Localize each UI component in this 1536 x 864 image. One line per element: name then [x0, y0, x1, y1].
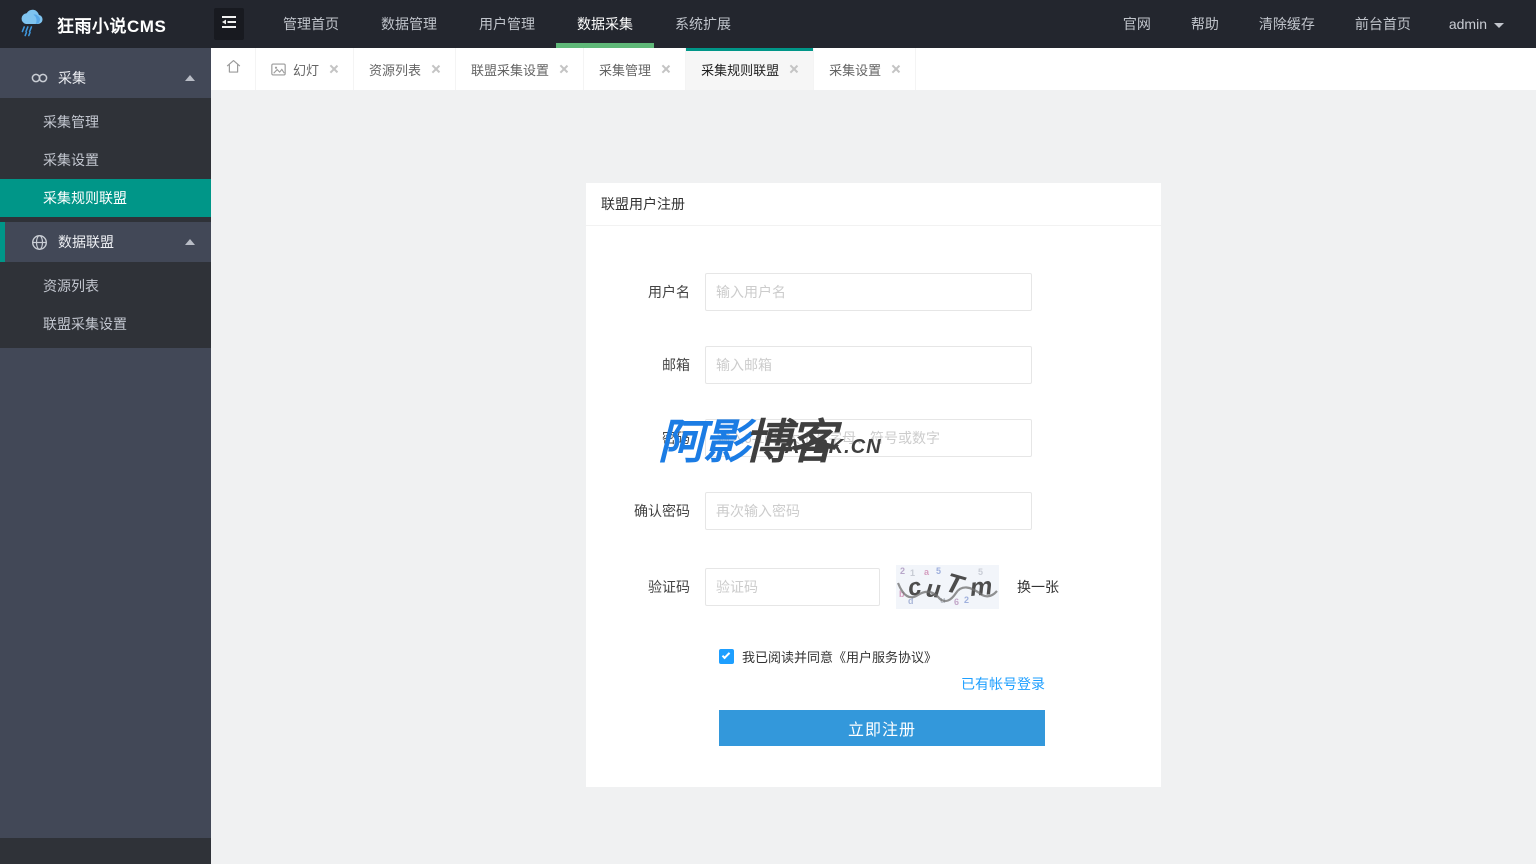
tab-label: 采集管理 — [599, 62, 652, 78]
sidebar-submenu-data-alliance: 资源列表 联盟采集设置 — [0, 262, 211, 348]
tab-alliance-collect-settings[interactable]: 联盟采集设置 — [456, 48, 585, 90]
tab-collect-rule-alliance[interactable]: 采集规则联盟 — [686, 48, 815, 90]
chevron-up-icon — [185, 75, 195, 81]
sidebar-item-collect-rule-alliance[interactable]: 采集规则联盟 — [0, 179, 211, 217]
username-label: 用户名 — [648, 284, 690, 300]
sidebar-group-data-alliance[interactable]: 数据联盟 — [0, 222, 211, 262]
sidebar-item-collect-manage[interactable]: 采集管理 — [0, 103, 211, 141]
sidebar-group-label: 采集 — [58, 70, 86, 86]
register-card: 联盟用户注册 用户名 邮箱 密码 确认密码 验证码 — [586, 183, 1161, 787]
confirm-password-label: 确认密码 — [634, 503, 690, 519]
agreement-row: 我已阅读并同意 《用户服务协议》 — [719, 647, 1161, 666]
sidebar: 采集 采集管理 采集设置 采集规则联盟 数据联盟 资源列表 联盟采集设置 — [0, 48, 211, 864]
tab-label: 采集设置 — [829, 62, 882, 78]
captcha-wave-line — [896, 582, 998, 603]
close-icon[interactable] — [430, 64, 440, 74]
card-title: 联盟用户注册 — [586, 183, 1161, 226]
top-nav-user-manage[interactable]: 用户管理 — [458, 0, 556, 48]
tab-resource-list[interactable]: 资源列表 — [354, 48, 457, 90]
close-icon[interactable] — [890, 64, 900, 74]
sidebar-item-resource-list[interactable]: 资源列表 — [0, 267, 211, 305]
username: admin — [1448, 16, 1487, 32]
tab-label: 联盟采集设置 — [471, 62, 550, 78]
sidebar-group-label: 数据联盟 — [58, 234, 114, 250]
app-title: 狂雨小说CMS — [57, 16, 167, 36]
password-label: 密码 — [662, 430, 690, 446]
captcha-row: 验证码 c u T m 2 1 a 5 b d u 6 5 2 — [586, 565, 1161, 609]
captcha-input[interactable] — [705, 568, 880, 606]
username-row: 用户名 — [586, 273, 1161, 311]
login-link-row: 已有帐号登录 — [586, 674, 1045, 694]
chevron-up-icon — [185, 239, 195, 245]
password-row: 密码 — [586, 419, 1161, 457]
top-nav-data-collect[interactable]: 数据采集 — [556, 0, 654, 48]
agreement-text: 我已阅读并同意 — [742, 650, 834, 665]
chevron-down-icon — [1494, 22, 1504, 28]
home-icon — [224, 57, 243, 81]
clear-cache-link[interactable]: 清除缓存 — [1239, 0, 1335, 48]
close-icon[interactable] — [558, 64, 568, 74]
rain-cloud-icon — [18, 7, 48, 42]
password-input[interactable] — [705, 419, 1032, 457]
tab-label: 采集规则联盟 — [701, 62, 780, 78]
username-input[interactable] — [705, 273, 1032, 311]
tabbar: 幻灯 资源列表 联盟采集设置 采集管理 采集规则联盟 采集设置 — [211, 48, 1536, 90]
tab-collect-manage[interactable]: 采集管理 — [584, 48, 687, 90]
close-icon[interactable] — [660, 64, 670, 74]
sidebar-item-collect-settings[interactable]: 采集设置 — [0, 141, 211, 179]
close-icon[interactable] — [328, 64, 338, 74]
tab-slideshow[interactable]: 幻灯 — [256, 48, 355, 90]
check-icon — [721, 650, 731, 660]
confirm-password-input[interactable] — [705, 492, 1032, 530]
confirm-password-row: 确认密码 — [586, 492, 1161, 530]
top-nav-data-manage[interactable]: 数据管理 — [360, 0, 458, 48]
tab-collect-settings[interactable]: 采集设置 — [814, 48, 917, 90]
captcha-refresh-link[interactable]: 换一张 — [1017, 577, 1059, 597]
close-icon[interactable] — [788, 64, 798, 74]
sidebar-footer-strip — [0, 838, 211, 864]
sidebar-item-alliance-collect-settings[interactable]: 联盟采集设置 — [0, 305, 211, 343]
main-content: 联盟用户注册 用户名 邮箱 密码 确认密码 验证码 — [211, 90, 1536, 864]
top-nav: 管理首页 数据管理 用户管理 数据采集 系统扩展 — [262, 0, 752, 48]
top-nav-system-extend[interactable]: 系统扩展 — [654, 0, 752, 48]
user-menu[interactable]: admin — [1431, 0, 1522, 48]
spread-menu-icon — [221, 15, 237, 34]
login-link[interactable]: 已有帐号登录 — [961, 676, 1045, 692]
top-nav-admin-home[interactable]: 管理首页 — [262, 0, 360, 48]
chain-link-icon — [31, 70, 48, 87]
sidebar-submenu-collect: 采集管理 采集设置 采集规则联盟 — [0, 98, 211, 222]
tab-label: 幻灯 — [293, 62, 320, 78]
official-site-link[interactable]: 官网 — [1103, 0, 1171, 48]
captcha-label: 验证码 — [648, 579, 690, 595]
user-agreement-link[interactable]: 《用户服务协议》 — [833, 647, 937, 666]
tab-label: 资源列表 — [369, 62, 422, 78]
register-form: 用户名 邮箱 密码 确认密码 验证码 c u T — [586, 226, 1161, 746]
topbar: 狂雨小说CMS 管理首页 数据管理 用户管理 数据采集 系统扩展 官网 帮助 清… — [0, 0, 1536, 48]
register-submit-button[interactable]: 立即注册 — [719, 710, 1045, 746]
globe-icon — [31, 234, 48, 251]
collapse-sidebar-button[interactable] — [214, 8, 244, 40]
agreement-checkbox[interactable] — [719, 649, 734, 664]
frontend-home-link[interactable]: 前台首页 — [1335, 0, 1431, 48]
app-logo: 狂雨小说CMS — [0, 0, 211, 48]
tab-home[interactable] — [211, 48, 256, 90]
image-icon — [271, 63, 286, 76]
help-link[interactable]: 帮助 — [1171, 0, 1239, 48]
email-label: 邮箱 — [662, 357, 690, 373]
topbar-right-nav: 官网 帮助 清除缓存 前台首页 admin — [1103, 0, 1536, 48]
email-input[interactable] — [705, 346, 1032, 384]
captcha-image[interactable]: c u T m 2 1 a 5 b d u 6 5 2 — [896, 565, 999, 609]
email-row: 邮箱 — [586, 346, 1161, 384]
sidebar-group-collect[interactable]: 采集 — [0, 58, 211, 98]
